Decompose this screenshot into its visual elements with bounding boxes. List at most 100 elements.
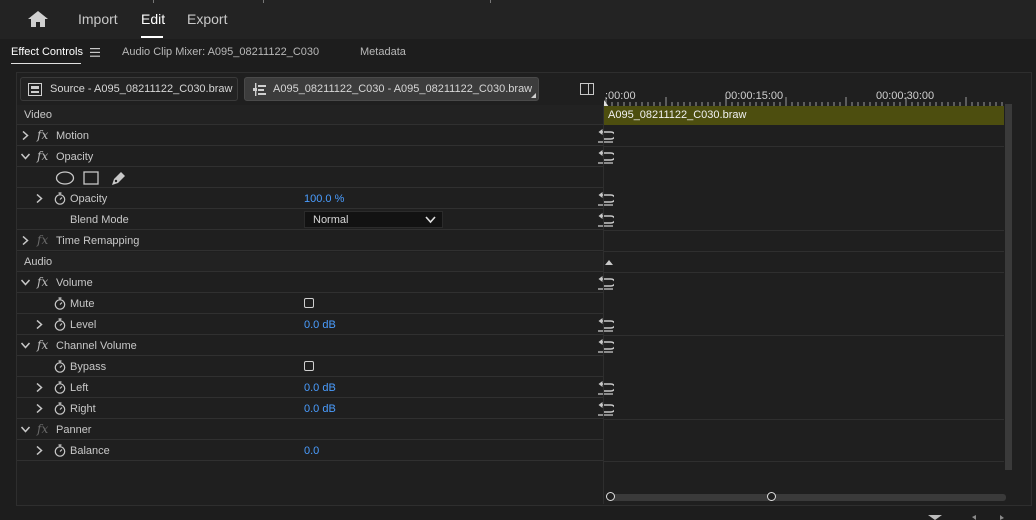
nav-export[interactable]: Export: [187, 11, 227, 27]
param-label-blend-mode: Blend Mode: [70, 214, 129, 226]
fx-icon[interactable]: fx: [37, 128, 48, 142]
reset-channel-volume-icon[interactable]: [597, 339, 614, 353]
reset-motion-icon[interactable]: [597, 129, 614, 143]
param-row-bypass: Bypass: [17, 357, 603, 377]
param-label-level: Level: [70, 319, 97, 331]
fx-icon[interactable]: fx: [37, 275, 48, 289]
effect-label-time-remapping: Time Remapping: [56, 235, 140, 247]
show-timeline-toggle-icon[interactable]: [580, 83, 594, 95]
param-label-left: Left: [70, 382, 89, 394]
opacity-value[interactable]: 100.0 %: [304, 193, 344, 205]
reset-volume-icon[interactable]: [597, 276, 614, 290]
param-row-right: Right 0.0 dB: [17, 399, 614, 419]
source-icon: [28, 83, 42, 96]
corner-dropdown-icon: [531, 93, 536, 98]
effect-label-channel-volume: Channel Volume: [56, 340, 137, 352]
video-section-header: Video: [17, 105, 613, 125]
bottom-controls-strip: [928, 515, 1004, 520]
rectangle-mask-icon[interactable]: [83, 171, 99, 185]
bypass-checkbox[interactable]: [304, 361, 314, 371]
mute-checkbox[interactable]: [304, 298, 314, 308]
collapse-audio-arrow-icon[interactable]: [605, 260, 613, 265]
timeline-row-line: [604, 272, 1004, 273]
filter-icon[interactable]: [928, 515, 942, 520]
tab-active-underline: [11, 63, 81, 64]
fx-icon[interactable]: fx: [37, 149, 48, 163]
timeline-row-line: [604, 461, 1004, 462]
timecode-start: :00:00: [605, 90, 636, 102]
expand-chevron-right-icon[interactable]: [35, 320, 44, 329]
tab-effect-controls[interactable]: Effect Controls: [11, 46, 83, 58]
collapse-chevron-down-icon[interactable]: [21, 278, 30, 287]
home-icon[interactable]: [27, 10, 49, 28]
collapse-chevron-down-icon[interactable]: [21, 152, 30, 161]
stopwatch-icon[interactable]: [54, 444, 66, 457]
tab-metadata[interactable]: Metadata: [360, 46, 406, 58]
stopwatch-icon[interactable]: [54, 360, 66, 373]
reset-opacity-icon[interactable]: [597, 150, 614, 164]
stopwatch-icon[interactable]: [54, 381, 66, 394]
collapse-chevron-down-icon[interactable]: [21, 425, 30, 434]
timeline-ruler[interactable]: [604, 85, 1004, 107]
zoom-scrollbar-left-handle[interactable]: [606, 492, 615, 501]
reset-level-icon[interactable]: [597, 318, 614, 332]
sequence-clip-button[interactable]: A095_08211122_C030 - A095_08211122_C030.…: [244, 77, 539, 101]
effect-row-opacity-group: fx Opacity: [17, 147, 614, 167]
toggle-audio-icon[interactable]: [1000, 515, 1004, 520]
fx-icon[interactable]: fx: [37, 338, 48, 352]
reset-blend-mode-icon[interactable]: [597, 213, 614, 227]
fx-icon[interactable]: fx: [37, 233, 48, 247]
reset-left-icon[interactable]: [597, 381, 614, 395]
effect-label-volume: Volume: [56, 277, 93, 289]
effect-label-opacity: Opacity: [56, 151, 94, 163]
source-clip-label: Source - A095_08211122_C030.braw: [50, 83, 233, 95]
play-only-icon[interactable]: [972, 515, 976, 520]
expand-chevron-right-icon[interactable]: [21, 131, 30, 140]
panel-menu-icon[interactable]: [90, 48, 100, 57]
reset-right-icon[interactable]: [597, 402, 614, 416]
effect-label-motion: Motion: [56, 130, 90, 142]
collapse-chevron-down-icon[interactable]: [21, 341, 30, 350]
timecode-30s: 00:00:30:00: [876, 90, 935, 102]
nav-edit[interactable]: Edit: [141, 11, 165, 27]
expand-chevron-right-icon[interactable]: [35, 446, 44, 455]
effect-row-time-remapping: fx Time Remapping: [17, 231, 603, 251]
sequence-clip-label: A095_08211122_C030 - A095_08211122_C030.…: [273, 83, 533, 95]
left-value[interactable]: 0.0 dB: [304, 382, 336, 394]
timeline-vertical-scrollbar[interactable]: [1005, 104, 1012, 470]
zoom-scrollbar-right-handle[interactable]: [767, 492, 776, 501]
effect-row-motion: fx Motion: [17, 126, 614, 146]
stopwatch-icon[interactable]: [54, 318, 66, 331]
fx-icon[interactable]: fx: [37, 422, 48, 436]
tab-audio-clip-mixer[interactable]: Audio Clip Mixer: A095_08211122_C030: [122, 46, 319, 58]
audio-header-label: Audio: [24, 256, 53, 268]
reset-opacity-param-icon[interactable]: [597, 192, 614, 206]
timeline-zoom-scrollbar[interactable]: [610, 494, 1006, 501]
blend-mode-value: Normal: [313, 214, 349, 226]
expand-chevron-right-icon[interactable]: [35, 383, 44, 392]
expand-chevron-right-icon[interactable]: [21, 236, 30, 245]
blend-mode-dropdown[interactable]: Normal: [304, 211, 443, 228]
chevron-down-icon: [425, 216, 436, 224]
timeline-clip-label: A095_08211122_C030.braw: [608, 109, 747, 121]
timeline-row-line: [604, 335, 1004, 336]
audio-section-header: Audio: [17, 252, 613, 272]
pen-mask-icon[interactable]: [110, 170, 126, 186]
expand-chevron-right-icon[interactable]: [35, 404, 44, 413]
level-value[interactable]: 0.0 dB: [304, 319, 336, 331]
panel-divider: [603, 104, 604, 504]
balance-value[interactable]: 0.0: [304, 445, 319, 457]
right-value[interactable]: 0.0 dB: [304, 403, 336, 415]
stopwatch-icon[interactable]: [54, 192, 66, 205]
ellipse-mask-icon[interactable]: [55, 171, 75, 185]
effect-row-volume: fx Volume: [17, 273, 614, 293]
effect-row-panner: fx Panner: [17, 420, 603, 440]
nav-import[interactable]: Import: [78, 11, 118, 27]
video-header-label: Video: [24, 109, 52, 121]
source-clip-button[interactable]: Source - A095_08211122_C030.braw: [20, 77, 238, 101]
mask-tools-row: [17, 168, 603, 188]
stopwatch-icon[interactable]: [54, 402, 66, 415]
param-row-level: Level 0.0 dB: [17, 315, 614, 335]
expand-chevron-right-icon[interactable]: [35, 194, 44, 203]
stopwatch-icon[interactable]: [54, 297, 66, 310]
